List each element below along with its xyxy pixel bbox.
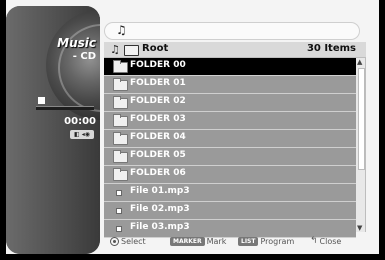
hint-close: ↰ Close [310, 236, 342, 247]
enter-button-icon [110, 237, 119, 246]
list-item-label: FOLDER 02 [130, 96, 186, 106]
key-hints-footer: Select MARKER Mark LIST Program ↰ Close [104, 236, 366, 250]
list-item-folder[interactable]: FOLDER 06 [104, 166, 356, 184]
list-item-label: FOLDER 03 [130, 114, 186, 124]
header-music-note-icon: ♫ [110, 43, 120, 56]
marker-key-icon: MARKER [170, 237, 205, 246]
list-item-folder[interactable]: FOLDER 02 [104, 94, 356, 112]
list-item-label: File 02.mp3 [130, 204, 190, 214]
screen-border-right [379, 0, 385, 260]
player-panel: Music - CD 00:00 ◧ ◂◉ [6, 6, 100, 254]
scroll-down-arrow-icon[interactable]: ▼ [357, 224, 362, 232]
list-item-file[interactable]: File 02.mp3 [104, 202, 356, 220]
folder-icon [113, 96, 128, 109]
list-scrollbar[interactable]: ▲ ▼ [356, 58, 365, 232]
list-item-folder[interactable]: FOLDER 03 [104, 112, 356, 130]
list-item-folder[interactable]: FOLDER 00 [104, 58, 356, 76]
playback-progress-bar [36, 106, 94, 110]
list-item-label: File 01.mp3 [130, 186, 190, 196]
file-icon [116, 208, 122, 214]
list-key-icon: LIST [238, 237, 259, 246]
audio-mode-badge-icon: ◧ ◂◉ [70, 130, 94, 139]
list-item-label: FOLDER 01 [130, 78, 186, 88]
hint-program-label: Program [260, 237, 295, 246]
music-menu-screen: Music - CD 00:00 ◧ ◂◉ ♫ ♫ Root 30 Items … [0, 0, 385, 260]
file-icon [116, 226, 122, 232]
music-note-icon: ♫ [116, 23, 127, 37]
folder-icon [113, 132, 128, 145]
media-type-label: - CD [72, 51, 96, 62]
folder-icon [113, 168, 128, 181]
hint-close-label: Close [319, 237, 342, 246]
list-item-label: FOLDER 00 [130, 60, 186, 70]
list-item-folder[interactable]: FOLDER 04 [104, 130, 356, 148]
list-item-label: File 03.mp3 [130, 222, 190, 232]
stop-status-icon [38, 97, 45, 104]
mode-title: Music [57, 36, 96, 50]
hint-select: Select [110, 237, 146, 246]
path-bar: ♫ [104, 22, 360, 40]
list-item-file[interactable]: File 01.mp3 [104, 184, 356, 202]
file-list: FOLDER 00 FOLDER 01 FOLDER 02 FOLDER 03 … [104, 58, 356, 238]
header-folder-icon [124, 45, 139, 56]
hint-mark: MARKER Mark [170, 237, 226, 246]
list-header: ♫ Root 30 Items [104, 42, 366, 57]
folder-icon [113, 78, 128, 91]
playback-time: 00:00 [64, 116, 96, 127]
hint-program: LIST Program [238, 237, 294, 246]
folder-icon [113, 150, 128, 163]
folder-icon [113, 60, 128, 73]
file-list-panel: ♫ Root 30 Items FOLDER 00 FOLDER 01 FOLD… [104, 42, 366, 238]
current-folder-name: Root [142, 43, 169, 54]
file-icon [116, 190, 122, 196]
list-item-label: FOLDER 05 [130, 150, 186, 160]
hint-select-label: Select [121, 237, 146, 246]
list-item-label: FOLDER 06 [130, 168, 186, 178]
scroll-thumb[interactable] [358, 68, 365, 170]
folder-icon [113, 114, 128, 127]
list-item-label: FOLDER 04 [130, 132, 186, 142]
screen-border-bottom [0, 254, 385, 260]
list-item-folder[interactable]: FOLDER 05 [104, 148, 356, 166]
item-count: 30 Items [306, 43, 356, 54]
scroll-up-arrow-icon[interactable]: ▲ [357, 58, 362, 66]
hint-mark-label: Mark [206, 237, 227, 246]
return-icon: ↰ [310, 236, 318, 246]
list-item-folder[interactable]: FOLDER 01 [104, 76, 356, 94]
